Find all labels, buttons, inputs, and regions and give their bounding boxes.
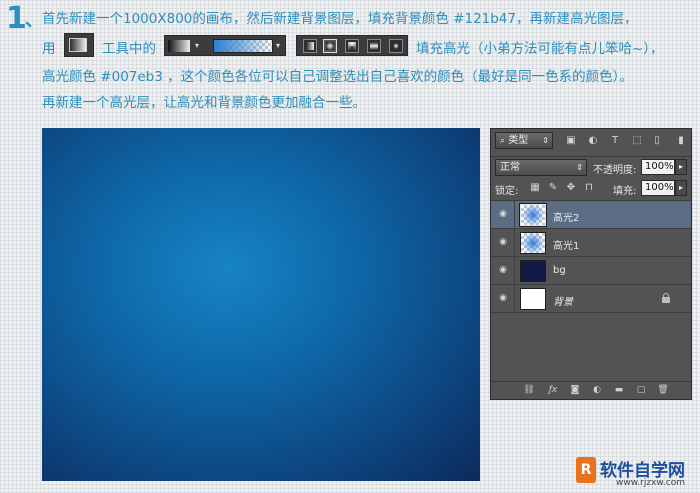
chevron-updown-icon: ⇕ [576,163,583,172]
linear-gradient-icon [303,39,317,53]
layer-name: 高光2 [553,213,580,224]
add-mask-icon[interactable]: ◙ [569,385,581,396]
lock-transparent-icon[interactable]: ▦ [529,182,541,194]
lock-paint-icon[interactable]: ✎ [547,182,559,194]
layer-thumbnail [520,288,546,310]
gradient-mode-bar [296,35,408,56]
eye-icon[interactable]: ◉ [497,209,509,219]
adjustment-filter-icon[interactable]: ◐ [587,135,599,147]
layer-row[interactable]: ◉ 背景 [491,285,691,313]
layer-name: 高光1 [553,241,580,252]
search-icon: ⌕ [500,136,506,146]
fill-chevron-icon[interactable]: ▸ [675,180,687,196]
layers-panel: ⌕ 类型 ⇕ ▣ ◐ T ⬚ ▯ ▮ 正常 ⇕ 不透明度: 100% ▸ 锁定:… [490,128,692,400]
diamond-gradient-icon [389,39,403,53]
instruction-line-4: 再新建一个高光层，让高光和背景颜色更加融合一些。 [42,95,366,111]
eye-icon[interactable]: ◉ [497,265,509,275]
opacity-label: 不透明度: [593,165,637,176]
filter-type-label: 类型 [508,135,529,146]
blend-mode-value: 正常 [500,162,520,173]
canvas-preview [42,128,480,481]
type-filter-icon[interactable]: T [609,135,621,147]
radial-gradient-icon [323,39,337,53]
layer-thumbnail [519,203,547,227]
pixel-filter-icon[interactable]: ▣ [565,135,577,147]
lock-all-icon[interactable]: ⊓ [583,182,595,194]
opacity-input[interactable]: 100% [641,159,675,175]
lock-icon [661,293,671,304]
opacity-chevron-icon[interactable]: ▸ [675,159,687,175]
chevron-down-icon: ▾ [276,41,281,50]
folder-icon[interactable]: ▬ [613,385,625,396]
filter-toggle-icon[interactable]: ▮ [675,135,687,147]
instruction-line-2c: 填充高光（小弟方法可能有点儿笨哈~）， [416,41,664,57]
instruction-line-2a: 用 [42,41,56,57]
gradient-tool-icon [69,38,87,52]
gradient-tool-button [64,33,94,57]
trash-icon[interactable]: 🗑 [657,385,669,396]
layer-name: 背景 [553,297,573,308]
new-layer-icon[interactable]: ▢ [635,385,647,396]
lock-move-icon[interactable]: ✥ [565,182,577,194]
fill-label: 填充: [613,186,637,197]
fx-icon[interactable]: ƒx [547,385,559,396]
reflected-gradient-icon [367,39,381,53]
link-layers-icon[interactable]: ⛓ [523,385,535,396]
layers-panel-footer: ⛓ ƒx ◙ ◐ ▬ ▢ 🗑 [491,381,691,399]
adjustment-layer-icon[interactable]: ◐ [591,385,603,396]
site-logo: R [576,457,596,483]
instruction-line-1: 首先新建一个1000X800的画布，然后新建背景图层，填充背景颜色 #121b4… [42,11,638,27]
step-number: 1 [6,1,27,36]
chevron-down-icon: ⇕ [542,136,549,145]
instruction-line-3: 高光颜色 #007eb3 ，这个颜色各位可以自己调整选出自己喜欢的颜色（最好是同… [42,69,633,85]
gradient-picker-bar: ▾ ▾ [164,35,286,56]
site-watermark: R 软件自学网 www.rjzxw.com [576,455,696,491]
gradient-preset-icon [168,40,190,52]
layer-thumbnail [520,260,546,282]
step-separator: 、 [25,10,43,31]
layer-thumbnail [520,232,546,254]
instruction-line-2b: 工具中的 [102,41,156,57]
layer-row[interactable]: ◉ 高光2 [491,201,691,229]
lock-label: 锁定: [495,186,519,197]
blend-mode-dropdown[interactable]: 正常 ⇕ [495,159,587,176]
angle-gradient-icon [345,39,359,53]
gradient-swatch [213,39,273,53]
smart-object-filter-icon[interactable]: ▯ [651,135,663,147]
eye-icon[interactable]: ◉ [497,293,509,303]
fill-input[interactable]: 100% [641,180,675,196]
site-url: www.rjzxw.com [616,478,685,488]
shape-filter-icon[interactable]: ⬚ [631,135,643,147]
layer-row[interactable]: ◉ bg [491,257,691,285]
layer-row[interactable]: ◉ 高光1 [491,229,691,257]
chevron-down-icon: ▾ [195,41,200,50]
filter-type-dropdown[interactable]: ⌕ 类型 ⇕ [495,132,553,149]
layer-name: bg [553,265,566,276]
eye-icon[interactable]: ◉ [497,237,509,247]
